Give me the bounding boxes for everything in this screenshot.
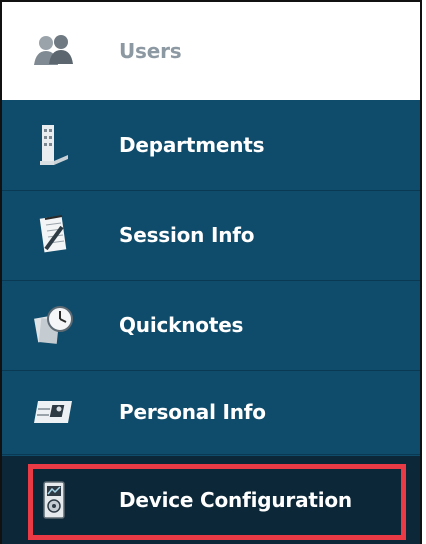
- sidebar-item-label: Personal Info: [119, 400, 266, 424]
- sidebar-item-personal-info[interactable]: Personal Info: [2, 370, 420, 454]
- device-icon: [32, 478, 76, 522]
- clock-notes-icon: [32, 303, 76, 347]
- sidebar-item-departments[interactable]: Departments: [2, 100, 420, 190]
- notepad-icon: [32, 213, 76, 257]
- id-card-icon: [32, 390, 76, 434]
- sidebar-item-quicknotes[interactable]: Quicknotes: [2, 280, 420, 370]
- sidebar-item-session-info[interactable]: Session Info: [2, 190, 420, 280]
- sidebar-item-label: Session Info: [119, 223, 255, 247]
- sidebar-item-device-configuration[interactable]: Device Configuration: [2, 456, 420, 544]
- sidebar-item-users[interactable]: Users: [2, 2, 420, 100]
- sidebar-item-label: Users: [119, 39, 182, 63]
- divider: [2, 454, 420, 455]
- users-icon: [32, 29, 76, 73]
- sidebar-item-label: Device Configuration: [119, 488, 352, 512]
- sidebar-menu: Users Departments Session Info Quicknote…: [0, 0, 422, 544]
- sidebar-item-label: Quicknotes: [119, 313, 244, 337]
- building-icon: [32, 123, 76, 167]
- sidebar-item-label: Departments: [119, 133, 265, 157]
